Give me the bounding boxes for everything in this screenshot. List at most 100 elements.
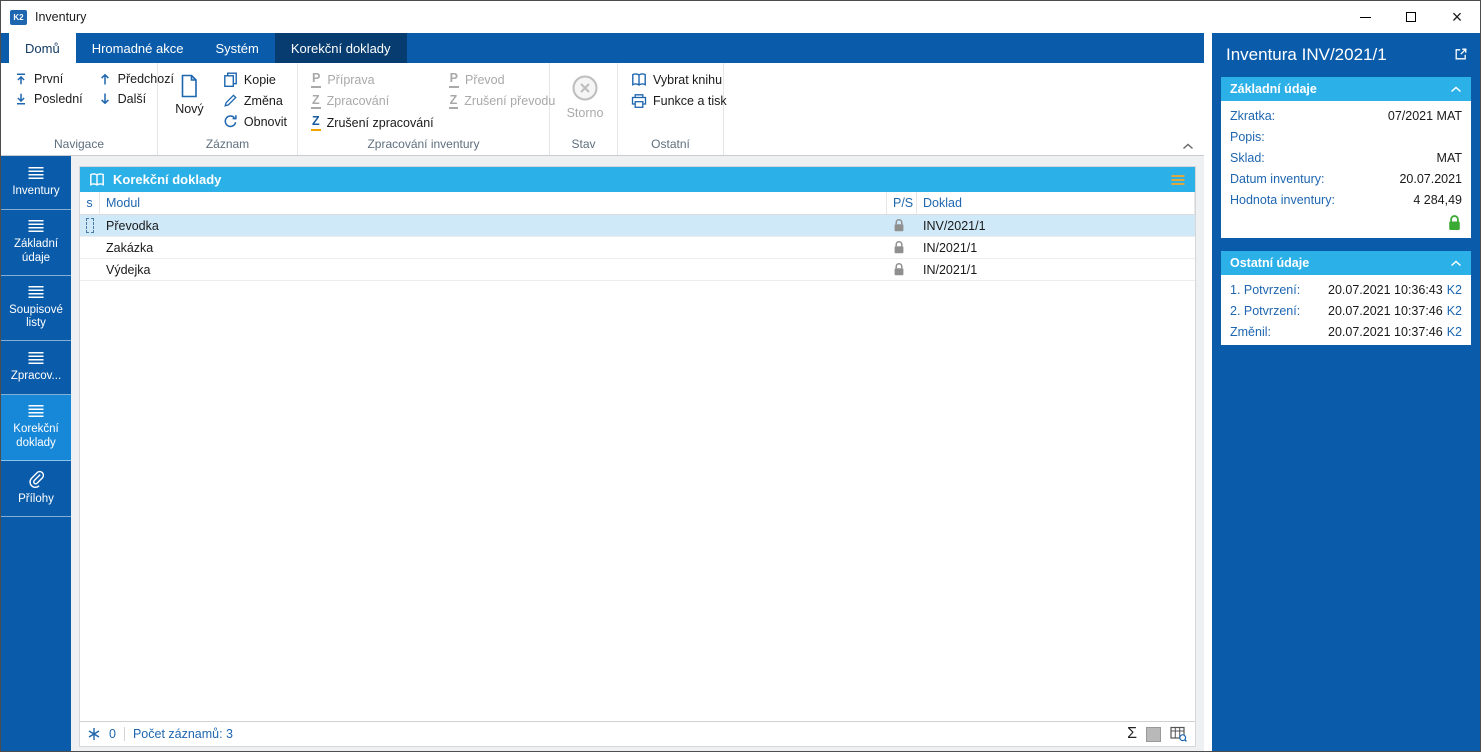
group-label-navigace: Navigace — [53, 137, 105, 151]
cell-modul: Výdejka — [106, 262, 151, 277]
detail-panel: Inventura INV/2021/1 Základní údaje Zkra… — [1212, 33, 1480, 751]
minimize-button[interactable] — [1342, 1, 1388, 33]
printer-icon — [631, 93, 647, 109]
sidebar-item-label: Základní údaje — [13, 238, 59, 264]
main-area: Korekční doklady s Modul P/S Doklad Přev… — [71, 156, 1204, 751]
funkce-a-tisk-button[interactable]: Funkce a tisk — [625, 90, 733, 112]
table-row[interactable]: Výdejka IN/2021/1 — [80, 259, 1195, 281]
tab-system[interactable]: Systém — [199, 33, 274, 63]
last-button-label: Poslední — [34, 92, 83, 106]
grid-settings-icon[interactable] — [1170, 726, 1188, 743]
flag-count: 0 — [109, 727, 116, 741]
field-label: Datum inventury: — [1230, 171, 1325, 186]
close-button[interactable]: × — [1434, 1, 1480, 33]
detail-title: Inventura INV/2021/1 — [1226, 45, 1387, 64]
section-header[interactable]: Ostatní údaje — [1221, 251, 1471, 275]
table-row[interactable]: Převodka INV/2021/1 — [80, 215, 1195, 237]
sidebar-item-soupisove-listy[interactable]: Soupisové listy — [1, 276, 71, 342]
field-value: 20.07.2021 — [1399, 171, 1462, 186]
priprava-button[interactable]: P Příprava — [305, 69, 440, 91]
locked-indicator-row — [1221, 210, 1471, 235]
korekcni-doklady-panel: Korekční doklady s Modul P/S Doklad Přev… — [79, 166, 1196, 747]
cell-ps — [887, 215, 917, 236]
status-divider — [123, 727, 125, 741]
change-button[interactable]: Změna — [217, 90, 293, 111]
group-label-stav: Stav — [571, 137, 596, 151]
column-header-ps[interactable]: P/S — [887, 192, 917, 214]
sidebar-item-zakladni-udaje[interactable]: Základní údaje — [1, 210, 71, 276]
cell-doklad: IN/2021/1 — [923, 240, 978, 255]
sidebar-item-inventury[interactable]: Inventury — [1, 156, 71, 210]
sidebar-item-prilohy[interactable]: Přílohy — [1, 461, 71, 517]
cell-doklad: INV/2021/1 — [923, 218, 986, 233]
field-datum-inventury: Datum inventury: 20.07.2021 — [1221, 168, 1471, 189]
field-value: MAT — [1436, 150, 1462, 165]
group-label-ostatni: Ostatní — [651, 137, 690, 151]
storno-button[interactable]: Storno — [560, 69, 610, 122]
ribbon-group-stav: Storno Stav — [550, 63, 618, 155]
refresh-button[interactable]: Obnovit — [217, 111, 293, 132]
field-user: K2 — [1446, 324, 1462, 339]
field-user: K2 — [1446, 282, 1462, 297]
table-row[interactable]: Zakázka IN/2021/1 — [80, 237, 1195, 259]
open-book-icon — [89, 172, 105, 187]
copy-icon — [223, 72, 238, 87]
letter-p-icon: P — [448, 72, 459, 88]
first-button-label: První — [34, 72, 64, 86]
field-sklad: Sklad: MAT — [1221, 147, 1471, 168]
collapse-ribbon-button[interactable] — [1182, 143, 1194, 150]
panel-splitter[interactable] — [1204, 33, 1212, 751]
minimize-icon — [1359, 16, 1371, 18]
sidebar-item-zpracovani[interactable]: Zpracov... — [1, 341, 71, 396]
detail-title-row: Inventura INV/2021/1 — [1221, 43, 1471, 77]
zpracovani-button[interactable]: Z Zpracování — [305, 91, 440, 113]
section-header-label: Ostatní údaje — [1230, 256, 1310, 270]
sum-icon[interactable]: Σ — [1127, 726, 1137, 742]
cell-modul: Převodka — [106, 218, 159, 233]
tab-korekcni-doklady[interactable]: Korekční doklady — [274, 33, 407, 63]
new-button[interactable]: Nový — [165, 69, 214, 118]
chevron-up-icon — [1450, 86, 1462, 93]
group-label-zpracovani-inventury: Zpracování inventury — [367, 137, 480, 151]
prevod-button[interactable]: P Převod — [443, 69, 562, 91]
ribbon: První Poslední Předchozí Další Navigace … — [1, 63, 1204, 156]
column-header-s[interactable]: s — [80, 192, 100, 214]
zruseni-zpracovani-button[interactable]: Z Zrušení zpracování — [305, 112, 440, 134]
letter-p-icon: P — [311, 72, 322, 88]
panel-menu-icon[interactable] — [1170, 174, 1186, 186]
zruseni-prevodu-button[interactable]: Z Zrušení převodu — [443, 91, 562, 113]
content-area: Inventury Základní údaje Soupisové listy… — [1, 156, 1204, 751]
sidebar-item-label: Přílohy — [18, 492, 54, 505]
arrow-down-icon — [98, 92, 112, 106]
last-button[interactable]: Poslední — [8, 89, 89, 109]
field-value: 20.07.2021 10:36:43 — [1328, 282, 1443, 297]
field-label: 1. Potvrzení: — [1230, 282, 1301, 297]
cell-modul: Zakázka — [106, 240, 154, 255]
sidebar-item-korekcni-doklady[interactable]: Korekční doklady — [1, 395, 71, 461]
field-value: 07/2021 MAT — [1387, 108, 1462, 123]
panel-header: Korekční doklady — [80, 167, 1195, 192]
window-title: Inventury — [35, 10, 87, 24]
column-header-doklad[interactable]: Doklad — [917, 192, 1195, 214]
close-icon: × — [1451, 7, 1463, 27]
copy-button[interactable]: Kopie — [217, 69, 293, 90]
field-popis: Popis: — [1221, 126, 1471, 147]
maximize-button[interactable] — [1388, 1, 1434, 33]
field-label: Sklad: — [1230, 150, 1265, 165]
letter-z-icon: Z — [448, 93, 459, 109]
tab-hromadne-akce[interactable]: Hromadné akce — [76, 33, 200, 63]
section-header[interactable]: Základní údaje — [1221, 77, 1471, 101]
maximize-icon — [1406, 12, 1416, 22]
field-label: Hodnota inventury: — [1230, 192, 1335, 207]
tab-domu[interactable]: Domů — [9, 33, 76, 63]
sidebar: Inventury Základní údaje Soupisové listy… — [1, 156, 71, 751]
column-header-modul[interactable]: Modul — [100, 192, 887, 214]
green-lock-icon — [1447, 214, 1462, 232]
gray-square-button[interactable] — [1146, 726, 1161, 742]
first-button[interactable]: První — [8, 69, 89, 89]
section-body: 1. Potvrzení: 20.07.2021 10:36:43 K2 2. … — [1221, 275, 1471, 345]
cancel-circle-icon — [571, 74, 599, 102]
vybrat-knihu-button[interactable]: Vybrat knihu — [625, 69, 733, 90]
open-in-window-icon[interactable] — [1454, 45, 1468, 61]
field-label: Změnil: — [1230, 324, 1271, 339]
